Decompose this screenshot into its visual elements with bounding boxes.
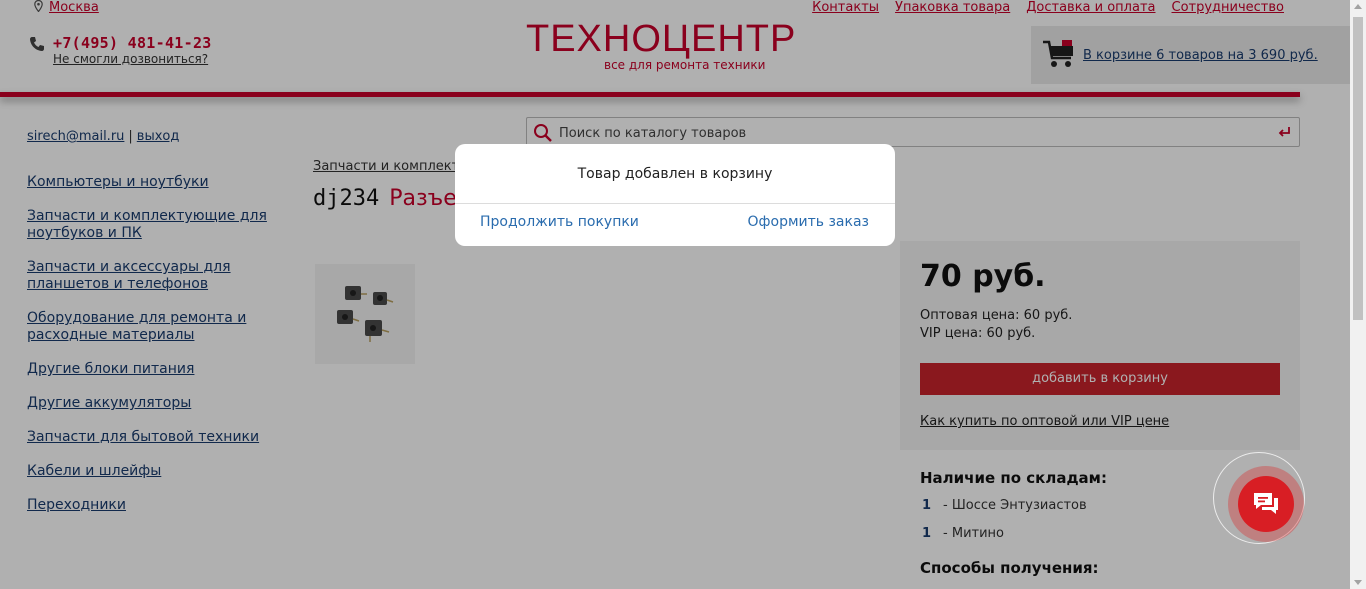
page-scrollbar[interactable] xyxy=(1350,0,1366,589)
dialog-divider xyxy=(455,203,895,204)
added-to-cart-dialog: Товар добавлен в корзину Продолжить поку… xyxy=(455,144,895,246)
chat-bubbles-icon xyxy=(1254,493,1278,514)
modal-overlay[interactable] xyxy=(0,0,1350,589)
continue-shopping-button[interactable]: Продолжить покупки xyxy=(480,214,639,230)
scroll-down-icon[interactable] xyxy=(1354,580,1362,585)
checkout-button[interactable]: Оформить заказ xyxy=(748,214,869,230)
scroll-up-icon[interactable] xyxy=(1354,4,1362,9)
chat-button[interactable] xyxy=(1238,476,1294,532)
scrollbar-thumb[interactable] xyxy=(1353,17,1363,320)
dialog-title: Товар добавлен в корзину xyxy=(577,166,773,182)
